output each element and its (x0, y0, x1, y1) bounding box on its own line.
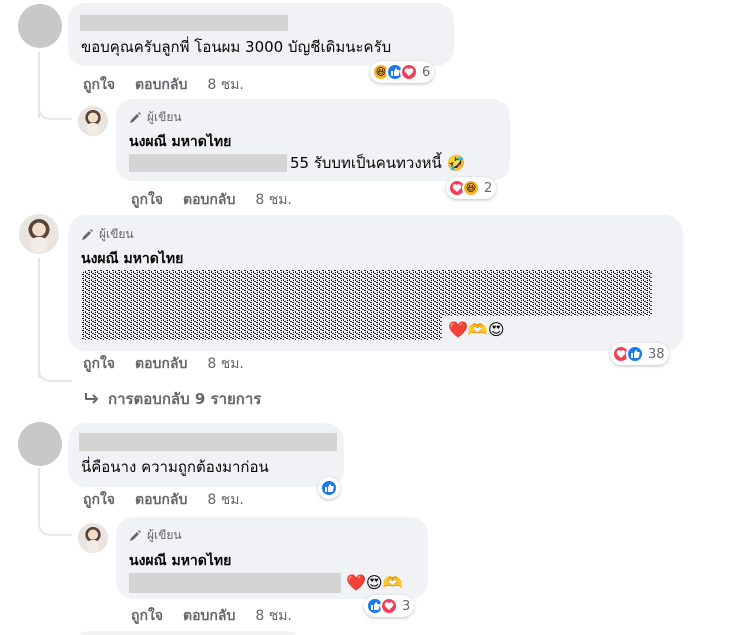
reply-button[interactable]: ตอบกลับ (183, 607, 235, 625)
author-badge: ผู้เขียน (128, 108, 182, 127)
commenter-name[interactable]: นงผณี มหาดไทย (129, 133, 231, 151)
reply-button[interactable]: ตอบกลับ (135, 355, 187, 373)
like-button[interactable]: ถูกใจ (83, 355, 115, 373)
reply-button[interactable]: ตอบกลับ (183, 191, 235, 209)
redacted-mention (129, 154, 287, 172)
commenter-name[interactable]: นงผณี มหาดไทย (81, 250, 183, 268)
reaction-summary[interactable]: 😆 6 (370, 61, 435, 83)
trailing-emoji: ❤️😍🫶 (346, 573, 403, 592)
timestamp[interactable]: 8 ชม. (207, 355, 244, 373)
author-avatar[interactable] (78, 523, 108, 553)
haha-reaction-icon: 😆 (462, 179, 480, 197)
pen-icon (130, 111, 141, 123)
timestamp[interactable]: 8 ชม. (255, 191, 292, 209)
redacted-name (80, 15, 288, 31)
pen-icon (82, 228, 93, 240)
author-avatar[interactable] (78, 106, 108, 136)
comment-actions: ถูกใจ ตอบกลับ 8 ชม. (83, 491, 244, 509)
comment-bubble: ผู้เขียน นงผณี มหาดไทย 55 รับบทเป็นคนทวง… (116, 99, 510, 181)
pen-icon (130, 529, 141, 541)
author-badge: ผู้เขียน (128, 526, 182, 545)
like-button[interactable]: ถูกใจ (131, 191, 163, 209)
love-reaction-icon (400, 63, 418, 81)
reaction-summary[interactable]: 3 (364, 595, 415, 617)
author-tag-label: ผู้เขียน (147, 528, 182, 542)
timestamp[interactable]: 8 ชม. (207, 76, 244, 94)
like-reaction-icon (626, 345, 644, 363)
reply-arrow-icon (85, 393, 99, 404)
reaction-count: 38 (648, 346, 665, 362)
comment-text: 55 รับบทเป็นคนทวงหนี้ 🤣 (290, 154, 466, 172)
author-tag-label: ผู้เขียน (99, 227, 134, 241)
comment-text: นี่คือนาง ความถูกต้องมาก่อน (81, 458, 269, 476)
comment-bubble: ผู้เขียน นงผณี มหาดไทย ❤️😍🫶 (116, 517, 428, 599)
comment-actions: ถูกใจ ตอบกลับ 8 ชม. (83, 355, 244, 373)
like-button[interactable]: ถูกใจ (131, 607, 163, 625)
comment-text: ขอบคุณครับลูกพี่ โอนผม 3000 บัญชีเดิมนะค… (81, 38, 392, 56)
author-badge: ผู้เขียน (80, 225, 134, 244)
thread-connector (38, 516, 72, 536)
redacted-name (79, 433, 337, 451)
comment-bubble-partial (78, 631, 298, 635)
reply-button[interactable]: ตอบกลับ (135, 491, 187, 509)
thread-connector (38, 362, 72, 382)
trailing-emoji: ❤️🫶😍 (448, 320, 505, 339)
commenter-name[interactable]: นงผณี มหาดไทย (129, 552, 231, 570)
comment-actions: ถูกใจ ตอบกลับ 8 ชม. (83, 76, 244, 94)
author-tag-label: ผู้เขียน (147, 110, 182, 124)
love-reaction-icon (380, 597, 398, 615)
reaction-summary[interactable] (318, 477, 340, 499)
reaction-count: 3 (402, 598, 411, 614)
like-button[interactable]: ถูกใจ (83, 491, 115, 509)
author-avatar[interactable] (19, 214, 59, 254)
reaction-summary[interactable]: 😆 2 (446, 177, 497, 199)
like-reaction-icon (320, 479, 338, 497)
avatar[interactable] (18, 4, 62, 48)
thread-connector (38, 100, 72, 120)
comment-actions: ถูกใจ ตอบกลับ 8 ชม. (131, 607, 292, 625)
reaction-count: 6 (422, 64, 431, 80)
avatar[interactable] (18, 422, 62, 466)
timestamp[interactable]: 8 ชม. (255, 607, 292, 625)
comment-actions: ถูกใจ ตอบกลับ 8 ชม. (131, 191, 292, 209)
comment-bubble: นี่คือนาง ความถูกต้องมาก่อน (68, 423, 344, 487)
more-replies-label: การตอบกลับ 9 รายการ (108, 390, 262, 408)
comment-bubble: ผู้เขียน นงผณี มหาดไทย ❤️🫶😍 (68, 215, 683, 351)
reaction-summary[interactable]: 38 (610, 343, 669, 365)
redacted-mention (129, 573, 341, 593)
scribbled-text (82, 270, 652, 340)
comment-bubble: ขอบคุณครับลูกพี่ โอนผม 3000 บัญชีเดิมนะค… (68, 3, 454, 66)
like-button[interactable]: ถูกใจ (83, 76, 115, 94)
reaction-count: 2 (484, 180, 493, 196)
view-more-replies-link[interactable]: การตอบกลับ 9 รายการ (84, 387, 261, 411)
reply-button[interactable]: ตอบกลับ (135, 76, 187, 94)
thread-line (38, 258, 40, 378)
timestamp[interactable]: 8 ชม. (207, 491, 244, 509)
